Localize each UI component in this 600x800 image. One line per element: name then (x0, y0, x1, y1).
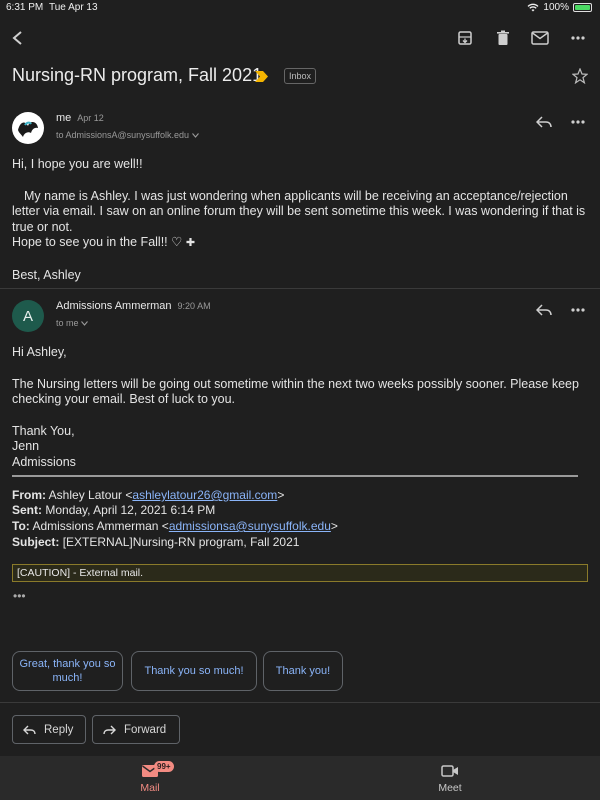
nurse-emoji-icon: ✚ (185, 237, 196, 249)
message-body: Hi, I hope you are well!! My name is Ash… (12, 157, 592, 283)
smart-reply-button[interactable]: Great, thank you so much! (12, 651, 123, 691)
more-horizontal-icon[interactable] (566, 110, 590, 134)
to-email-link[interactable]: admissionsa@sunysuffolk.edu (169, 519, 331, 533)
smart-reply-button[interactable]: Thank you! (263, 651, 343, 691)
toolbar (0, 24, 600, 54)
battery-icon (573, 3, 592, 12)
recipient-line[interactable]: to AdmissionsA@sunysuffolk.edu (56, 130, 199, 140)
archive-icon[interactable] (453, 26, 477, 50)
quoted-from: From: Ashley Latour <ashleylatour26@gmai… (12, 488, 285, 502)
mail-icon[interactable] (528, 26, 552, 50)
status-right: 100% (527, 2, 592, 13)
trash-icon[interactable] (491, 26, 515, 50)
nav-mail-label: Mail (140, 782, 160, 794)
body-line: Admissions (12, 454, 76, 469)
quoted-sent: Sent: Monday, April 12, 2021 6:14 PM (12, 503, 216, 517)
avatar: A (12, 300, 44, 332)
body-line: Jenn (12, 439, 40, 453)
body-paragraph: The Nursing letters will be going out so… (12, 376, 579, 407)
message-body: Hi Ashley, The Nursing letters will be g… (12, 345, 592, 470)
reply-button[interactable]: Reply (12, 715, 86, 744)
star-icon[interactable] (572, 68, 588, 84)
body-line: Thank You, (12, 423, 75, 438)
nav-mail[interactable]: 99+ Mail (90, 760, 210, 794)
forward-button[interactable]: Forward (92, 715, 180, 744)
forward-icon (103, 725, 116, 734)
email-subject: Nursing-RN program, Fall 2021 (12, 65, 263, 85)
battery-percent: 100% (543, 2, 569, 13)
caution-banner: [CAUTION] - External mail. (12, 564, 588, 582)
sender-name: Admissions Ammerman 9:20 AM (56, 300, 211, 312)
unread-count-badge: 99+ (154, 761, 174, 772)
show-trimmed-content-button[interactable]: ••• (13, 589, 26, 603)
from-email-link[interactable]: ashleylatour26@gmail.com (132, 488, 277, 502)
smart-reply-button[interactable]: Thank you so much! (131, 651, 257, 691)
message-header[interactable]: A Admissions Ammerman 9:20 AM to me (0, 298, 600, 338)
reply-icon[interactable] (532, 298, 556, 322)
status-bar: 6:31 PM Tue Apr 13 100% (0, 0, 600, 16)
message-date: 9:20 AM (177, 301, 211, 311)
message-divider (0, 288, 600, 289)
recipient-line[interactable]: to me (56, 318, 88, 328)
status-date: Tue Apr 13 (49, 2, 98, 13)
reply-icon[interactable] (532, 110, 556, 134)
more-horizontal-icon[interactable] (566, 26, 590, 50)
inbox-label[interactable]: Inbox (284, 68, 317, 84)
body-line: Hi, I hope you are well!! (12, 157, 143, 171)
body-paragraph: My name is Ashley. I was just wondering … (12, 188, 586, 234)
chevron-down-icon (81, 321, 88, 326)
body-signature: Best, Ashley (12, 267, 81, 282)
action-divider (0, 702, 600, 703)
reply-icon (23, 725, 36, 734)
body-line: Hope to see you in the Fall!! ♡ ✚ (12, 235, 196, 249)
avatar (12, 112, 44, 144)
importance-marker-icon[interactable] (255, 71, 269, 82)
bottom-navigation: 99+ Mail Meet (0, 756, 600, 800)
quoted-to: To: Admissions Ammerman <admissionsa@sun… (12, 519, 338, 533)
arrow-back-icon[interactable] (6, 26, 30, 50)
more-horizontal-icon[interactable] (566, 298, 590, 322)
quote-rule (12, 475, 578, 477)
message-header[interactable]: me Apr 12 to AdmissionsA@sunysuffolk.edu (0, 110, 600, 150)
wifi-icon (527, 3, 539, 12)
sender-name: me Apr 12 (56, 112, 104, 124)
nav-meet-label: Meet (438, 782, 462, 794)
video-camera-icon (441, 765, 458, 777)
nav-meet[interactable]: Meet (390, 760, 510, 794)
quoted-subject: Subject: [EXTERNAL]Nursing-RN program, F… (12, 535, 300, 549)
subject-row: Nursing-RN program, Fall 2021 Inbox (12, 64, 592, 90)
reply-label: Reply (44, 723, 74, 736)
message-date: Apr 12 (77, 113, 104, 123)
body-line: Hi Ashley, (12, 345, 67, 359)
forward-label: Forward (124, 723, 167, 736)
status-time: 6:31 PM (6, 2, 44, 13)
chevron-down-icon (191, 133, 199, 138)
